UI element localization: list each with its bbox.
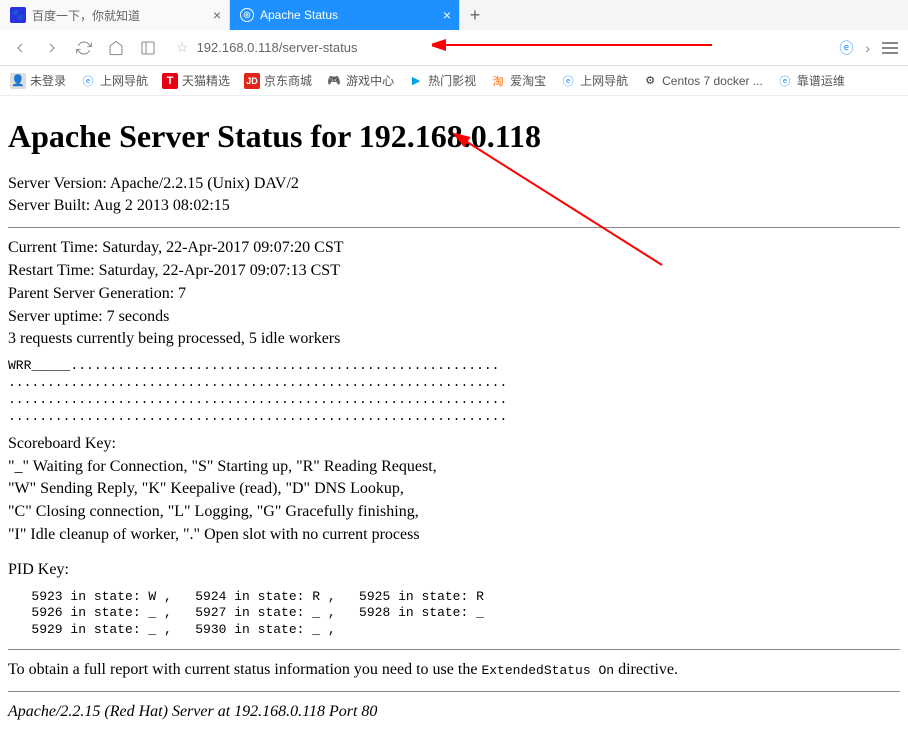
page-content: Apache Server Status for 192.168.0.118 S… [0,96,908,733]
pid-list: 5923 in state: W , 5924 in state: R , 59… [8,589,900,640]
nav-bar: ☆ 192.168.0.118/server-status ⓔ › [0,30,908,66]
user-icon: 👤 [10,73,26,89]
server-built: Server Built: Aug 2 2013 08:02:15 [8,196,900,217]
server-version: Server Version: Apache/2.2.15 (Unix) DAV… [8,174,900,195]
e-icon: ⓔ [560,73,576,89]
chevron-down-icon[interactable]: › [865,40,870,56]
bookmark-games[interactable]: 🎮游戏中心 [326,72,394,89]
close-icon[interactable]: × [213,7,221,23]
close-icon[interactable]: × [443,7,451,23]
e-icon: ⓔ [777,73,793,89]
sidebar-button[interactable] [138,38,158,58]
taobao-icon: 淘 [490,73,506,89]
scoreboard: WRR_____................................… [8,358,900,426]
bookmark-ops[interactable]: ⓔ靠谱运维 [777,72,845,89]
menu-button[interactable] [882,42,898,54]
restart-time: Restart Time: Saturday, 22-Apr-2017 09:0… [8,261,900,282]
globe-icon: ⊕ [240,8,254,22]
home-button[interactable] [106,38,126,58]
back-button[interactable] [10,38,30,58]
reload-button[interactable] [74,38,94,58]
e-icon: ⓔ [80,73,96,89]
page-title: Apache Server Status for 192.168.0.118 [8,116,900,158]
generation: Parent Server Generation: 7 [8,284,900,305]
bookmark-tmall[interactable]: T天猫精选 [162,72,230,89]
divider [8,691,900,692]
current-time: Current Time: Saturday, 22-Apr-2017 09:0… [8,238,900,259]
gamepad-icon: 🎮 [326,73,342,89]
requests: 3 requests currently being processed, 5 … [8,329,900,350]
bookmark-taobao[interactable]: 淘爱淘宝 [490,72,546,89]
divider [8,227,900,228]
bookmark-login[interactable]: 👤未登录 [10,72,66,89]
bookmark-centos[interactable]: ⚙Centos 7 docker ... [642,73,763,89]
favorite-icon[interactable]: ☆ [176,39,189,56]
key-line-3: "C" Closing connection, "L" Logging, "G"… [8,502,900,523]
key-line-1: "_" Waiting for Connection, "S" Starting… [8,457,900,478]
tab-title: Apache Status [260,8,338,22]
scoreboard-key-title: Scoreboard Key: [8,434,900,455]
new-tab-button[interactable]: + [460,0,490,30]
bookmark-nav2[interactable]: ⓔ上网导航 [560,72,628,89]
url-text: 192.168.0.118/server-status [197,40,358,55]
bookmark-nav1[interactable]: ⓔ上网导航 [80,72,148,89]
tab-apache-status[interactable]: ⊕ Apache Status × [230,0,460,30]
uptime: Server uptime: 7 seconds [8,307,900,328]
bookmark-jd[interactable]: JD京东商城 [244,72,312,89]
bookmark-video[interactable]: ▶热门影视 [408,72,476,89]
bookmark-bar: 👤未登录 ⓔ上网导航 T天猫精选 JD京东商城 🎮游戏中心 ▶热门影视 淘爱淘宝… [0,66,908,96]
key-line-4: "I" Idle cleanup of worker, "." Open slo… [8,525,900,546]
address-bar[interactable]: ☆ 192.168.0.118/server-status [176,39,819,56]
compat-mode-icon[interactable]: ⓔ [839,38,853,58]
forward-button[interactable] [42,38,62,58]
tab-title: 百度一下，你就知道 [32,7,140,24]
server-footer: Apache/2.2.15 (Red Hat) Server at 192.16… [8,702,900,723]
tmall-icon: T [162,73,178,89]
report-note: To obtain a full report with current sta… [8,660,900,681]
play-icon: ▶ [408,73,424,89]
pid-key-title: PID Key: [8,560,900,581]
tab-bar: 🐾 百度一下，你就知道 × ⊕ Apache Status × + [0,0,908,30]
baidu-favicon-icon: 🐾 [10,7,26,23]
divider [8,649,900,650]
jd-icon: JD [244,73,260,89]
gear-icon: ⚙ [642,73,658,89]
tab-baidu[interactable]: 🐾 百度一下，你就知道 × [0,0,230,30]
key-line-2: "W" Sending Reply, "K" Keepalive (read),… [8,479,900,500]
